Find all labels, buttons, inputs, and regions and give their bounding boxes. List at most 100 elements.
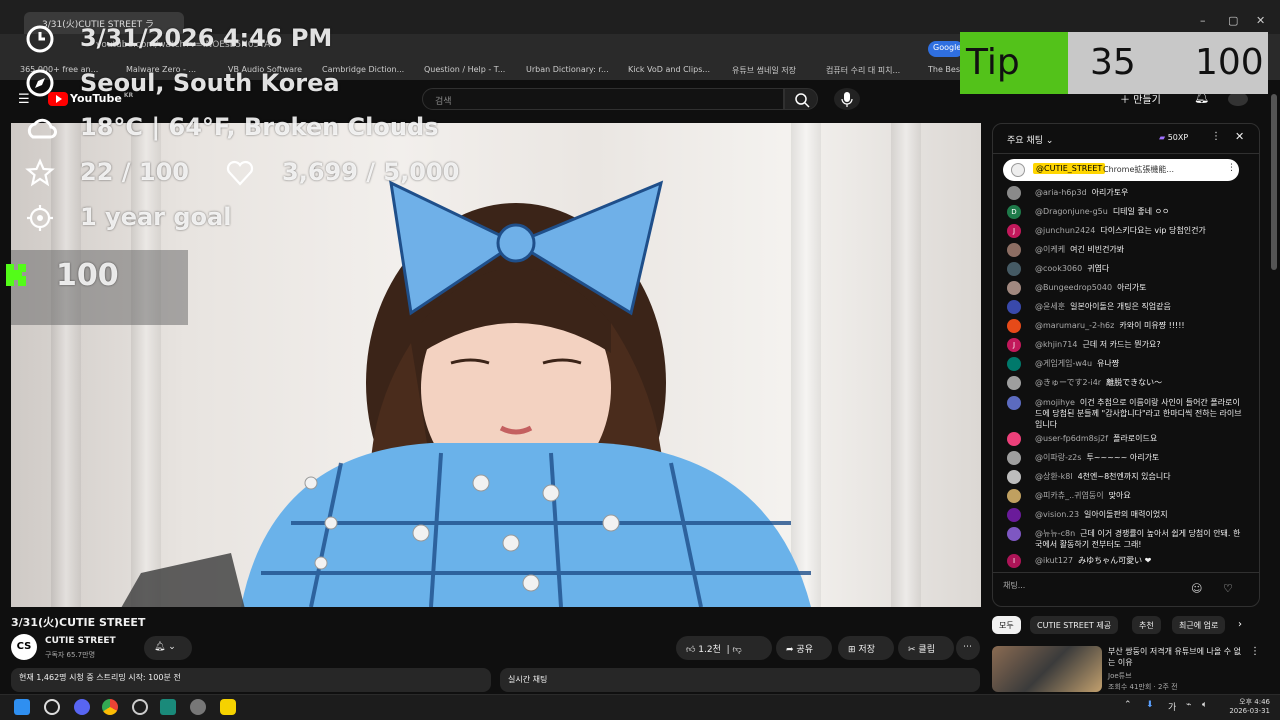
xp-badge[interactable]: ▰ 50XP (1159, 133, 1188, 142)
search-button[interactable] (784, 88, 818, 110)
chat-author[interactable]: @marumaru_-2-h6z (1035, 321, 1114, 330)
kakaotalk-icon[interactable] (220, 699, 236, 715)
video-title: 3/31(火)CUTIE STREET (11, 616, 146, 629)
minimize-icon[interactable]: – (1200, 14, 1206, 27)
chat-avatar[interactable] (1007, 376, 1021, 390)
chat-author[interactable]: @뉴뉴-c8n (1035, 529, 1075, 538)
bookmark-item[interactable]: 유튜브 썸네일 저장 (732, 65, 796, 76)
chip-recommended[interactable]: 추천 (1132, 616, 1161, 634)
volume-icon[interactable]: 🔈︎ (1202, 700, 1207, 710)
bookmark-item[interactable]: Urban Dictionary: r... (526, 65, 609, 74)
chevron-right-icon[interactable]: › (1238, 619, 1242, 630)
live-chat-replay-bar[interactable]: 실시간 채팅 (500, 668, 980, 692)
chat-author[interactable]: @윤세훈 (1035, 302, 1065, 311)
chat-author[interactable]: @ikut127 (1035, 556, 1073, 565)
emoji-icon[interactable]: ☺ (1191, 582, 1202, 595)
app-icon[interactable] (190, 699, 206, 715)
chat-avatar[interactable] (1007, 243, 1021, 257)
chat-author[interactable]: @상환-k8l (1035, 472, 1073, 481)
chat-avatar[interactable] (1007, 300, 1021, 314)
heart-reaction-icon[interactable]: ♡ (1223, 582, 1233, 595)
chat-author[interactable]: @vision.23 (1035, 510, 1079, 519)
close-window-icon[interactable]: ✕ (1256, 14, 1265, 27)
active-app-icon[interactable] (160, 699, 176, 715)
chat-text: 귀엽다 (1087, 264, 1110, 273)
avatar[interactable] (1228, 92, 1248, 106)
tray-chevron-icon[interactable]: ⌃ (1124, 700, 1132, 710)
taskbar-search-icon[interactable] (44, 699, 60, 715)
more-actions-icon[interactable]: ⋯ (956, 636, 980, 660)
maximize-icon[interactable]: ▢ (1228, 14, 1238, 27)
chat-mode-dropdown[interactable]: 주요 채팅 ⌄ (1007, 133, 1053, 146)
thumbs-down-icon[interactable]: 👎︎ (733, 645, 742, 655)
page-scrollbar[interactable] (1271, 94, 1277, 270)
chat-input[interactable]: 채팅... (1003, 580, 1183, 591)
search-input[interactable]: 검색 (422, 88, 784, 110)
chip-from-channel[interactable]: CUTIE STREET 제공 (1030, 616, 1119, 634)
bookmark-item[interactable]: 컴퓨터 수리 대 피치... (826, 65, 900, 76)
chat-avatar[interactable]: J (1007, 224, 1021, 238)
pinned-message[interactable]: @CUTIE_STREET Chrome拡張機能... ⋮ (1003, 159, 1239, 181)
chat-author[interactable]: @junchun2424 (1035, 226, 1095, 235)
mic-button[interactable] (834, 88, 860, 110)
chat-author[interactable]: @khjin714 (1035, 340, 1078, 349)
obs-icon[interactable] (132, 699, 148, 715)
windows-start-icon[interactable] (14, 699, 30, 715)
tray-app-icon[interactable]: ⬇ (1146, 700, 1154, 710)
bookmark-item[interactable]: Kick VoD and Clips... (628, 65, 710, 74)
chat-avatar[interactable] (1007, 508, 1021, 522)
network-icon[interactable]: ⌁ (1186, 700, 1191, 710)
description-box[interactable]: 현재 1,462명 시청 중 스트리밍 시작: 100분 전 (11, 668, 491, 692)
pinned-more-icon[interactable]: ⋮ (1227, 163, 1236, 173)
ime-indicator[interactable]: 가 (1168, 700, 1176, 713)
clip-button[interactable]: ✂ 클립 (898, 636, 954, 660)
chat-author[interactable]: @cook3060 (1035, 264, 1082, 273)
like-button[interactable]: 👍︎ 1.2천 | 👎︎ (676, 636, 772, 660)
save-button[interactable]: ⊞ 저장 (838, 636, 894, 660)
chrome-icon[interactable] (102, 699, 118, 715)
discord-icon[interactable] (74, 699, 90, 715)
chat-avatar[interactable]: D (1007, 205, 1021, 219)
close-icon[interactable]: ✕ (1235, 130, 1244, 143)
taskbar-clock[interactable]: 오후 4:46 2026-03-31 (1218, 697, 1270, 715)
chat-author[interactable]: @Dragonjune-g5u (1035, 207, 1108, 216)
recommendation-meta: 조회수 41만회 · 2주 전 (1108, 683, 1178, 691)
chat-author[interactable]: @きゅーです2-i4r (1035, 378, 1101, 387)
chat-author[interactable]: @피카츄_..귀염둥이 (1035, 491, 1104, 500)
chip-all[interactable]: 모두 (992, 616, 1021, 634)
chat-author[interactable]: @aria-h6p3d (1035, 188, 1087, 197)
bookmark-item[interactable]: The Best (928, 65, 963, 74)
more-vert-icon[interactable]: ⋮ (1211, 131, 1221, 142)
chat-author[interactable]: @이파랑-z2s (1035, 453, 1081, 462)
chat-avatar[interactable] (1007, 432, 1021, 446)
chat-author[interactable]: @Bungeedrop5040 (1035, 283, 1112, 292)
recommendation-thumbnail[interactable] (992, 646, 1102, 692)
chat-avatar[interactable] (1007, 451, 1021, 465)
video-player[interactable] (11, 123, 981, 607)
chat-avatar[interactable] (1007, 489, 1021, 503)
chat-avatar[interactable] (1007, 186, 1021, 200)
chat-avatar[interactable] (1007, 281, 1021, 295)
recommendation-title[interactable]: 부산 쌍둥이 저격개 유튜브에 나올 수 없는 이유 (1108, 646, 1248, 668)
chat-message-body: @상환-k8l 4천엔~8천엔까지 있습니다 (1035, 471, 1247, 482)
chat-avatar[interactable] (1007, 319, 1021, 333)
recommendation-more-icon[interactable]: ⋮ (1250, 646, 1260, 657)
google-account-button[interactable]: Google (928, 41, 964, 57)
chat-avatar[interactable] (1007, 262, 1021, 276)
chat-author[interactable]: @게임게임-w4u (1035, 359, 1092, 368)
channel-name[interactable]: CUTIE STREET (45, 636, 116, 646)
share-button[interactable]: ➦ 공유 (776, 636, 832, 660)
chat-author[interactable]: @이케케 (1035, 245, 1065, 254)
chip-recent[interactable]: 최근에 업로 (1172, 616, 1226, 634)
chat-avatar[interactable] (1007, 396, 1021, 410)
chat-avatar[interactable]: I (1007, 554, 1021, 568)
chat-author[interactable]: @mojihye (1035, 398, 1075, 407)
notification-bell-button[interactable]: 🔔︎ ⌄ (144, 636, 192, 660)
chat-author[interactable]: @user-fp6dm8sj2f (1035, 434, 1108, 443)
channel-avatar[interactable]: CS (11, 634, 37, 660)
chat-avatar[interactable] (1007, 357, 1021, 371)
chat-avatar[interactable] (1007, 527, 1021, 541)
chat-avatar[interactable] (1007, 470, 1021, 484)
bookmark-item[interactable]: Question / Help - T... (424, 65, 505, 74)
chat-avatar[interactable]: J (1007, 338, 1021, 352)
